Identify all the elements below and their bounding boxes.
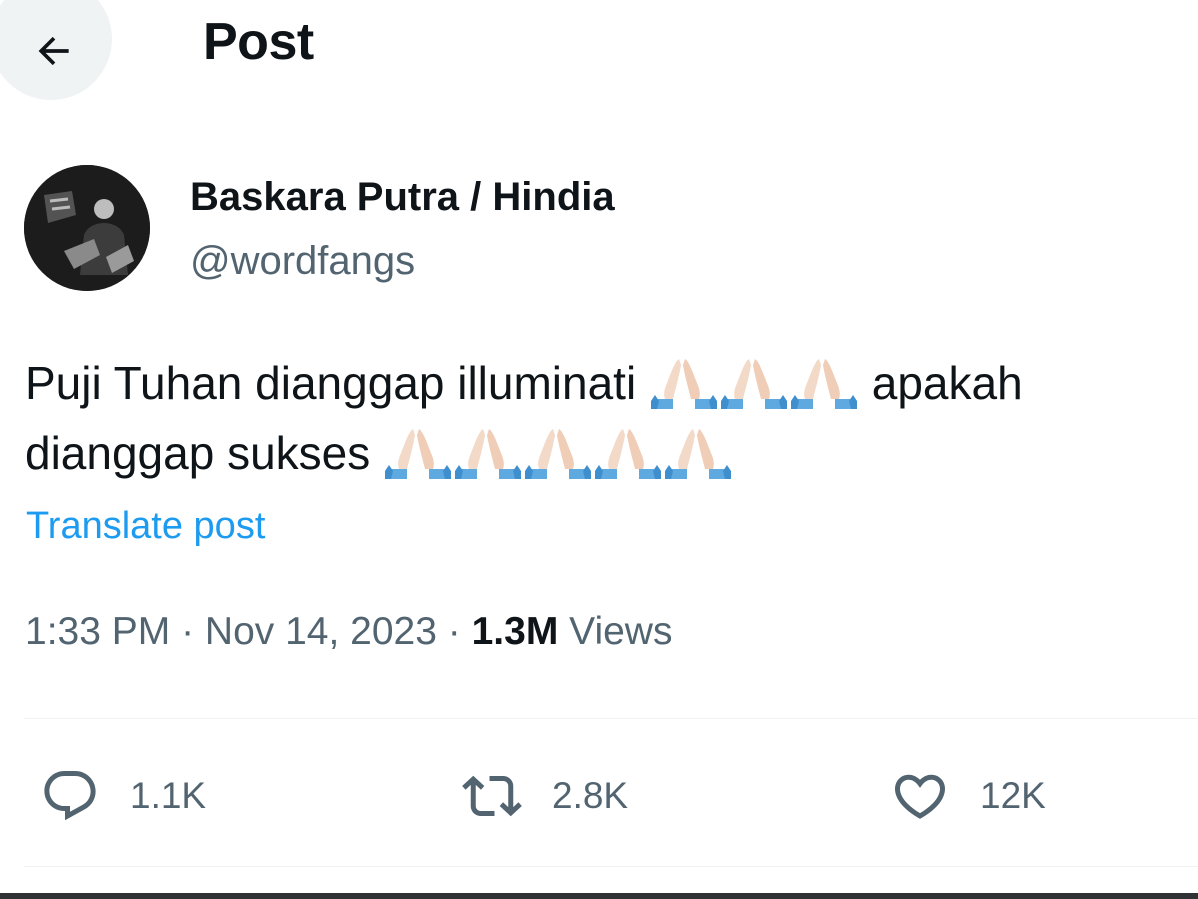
repost-count: 2.8K [552,775,629,816]
like-button[interactable]: 12K [890,766,1046,826]
page-title: Post [203,13,314,71]
post-time[interactable]: 1:33 PM [25,610,170,653]
divider [24,866,1198,867]
folded-hands-icon [649,355,719,411]
folded-hands-icon [663,425,733,481]
repost-icon [462,775,522,817]
author-display-name[interactable]: Baskara Putra / Hindia [190,175,615,220]
views-count: 1.3M [471,610,559,653]
heart-icon [894,774,946,819]
reply-button[interactable]: 1.1K [40,766,206,826]
like-count: 12K [980,775,1046,816]
repost-button[interactable]: 2.8K [462,766,628,826]
post-metadata: 1:33 PM · Nov 14, 2023 · 1.3M Views [25,610,672,654]
meta-separator: · [436,610,472,653]
folded-hands-icon [523,425,593,481]
avatar-photo [24,165,150,291]
post-text-part1: Puji Tuhan dianggap illuminati [25,357,649,409]
back-button[interactable] [0,0,112,100]
reply-icon [44,771,96,821]
bottom-edge [0,893,1198,899]
divider [24,718,1198,719]
post-date[interactable]: Nov 14, 2023 [205,610,437,653]
meta-separator: · [170,610,205,653]
arrow-left-icon [38,36,69,66]
reply-count: 1.1K [130,775,207,816]
author-handle[interactable]: @wordfangs [190,239,415,284]
post-author: Baskara Putra / Hindia @wordfangs [24,165,1174,295]
post-actions: 1.1K 2.8K 12K [0,750,1198,840]
folded-hands-icon [789,355,859,411]
translate-post-link[interactable]: Translate post [26,505,265,548]
avatar[interactable] [24,165,150,291]
folded-hands-icon [719,355,789,411]
folded-hands-icon [453,425,523,481]
post-header: Post [0,0,1198,110]
views-label: Views [558,610,673,653]
folded-hands-icon [593,425,663,481]
folded-hands-icon [383,425,453,481]
post-text: Puji Tuhan dianggap illuminati apakah di… [25,348,1190,488]
